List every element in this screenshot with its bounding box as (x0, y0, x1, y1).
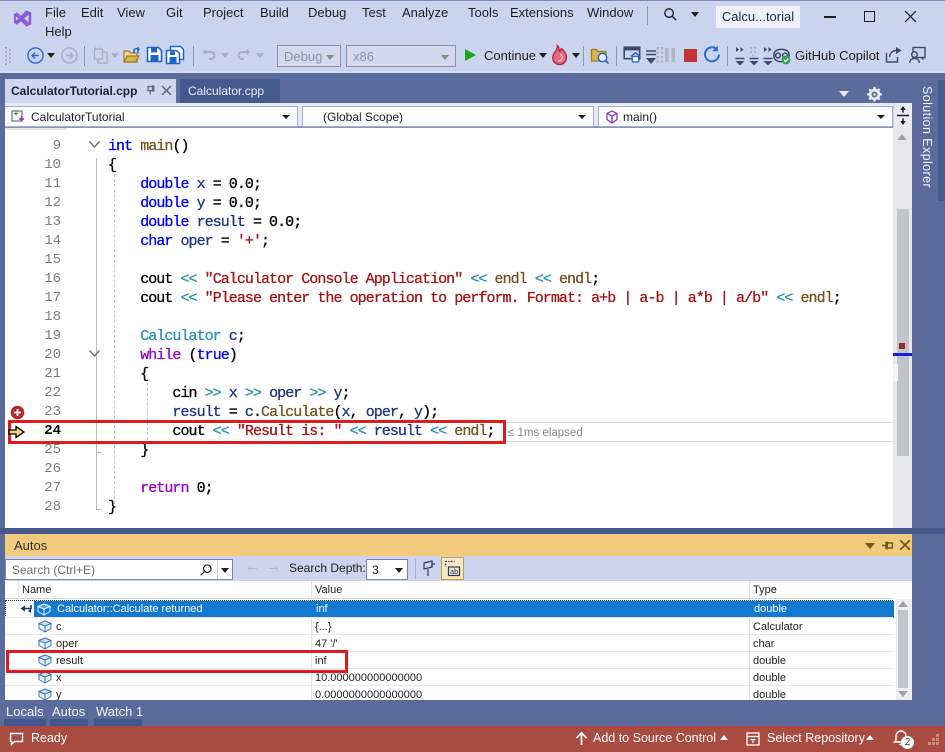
svg-text:ab: ab (450, 567, 458, 576)
